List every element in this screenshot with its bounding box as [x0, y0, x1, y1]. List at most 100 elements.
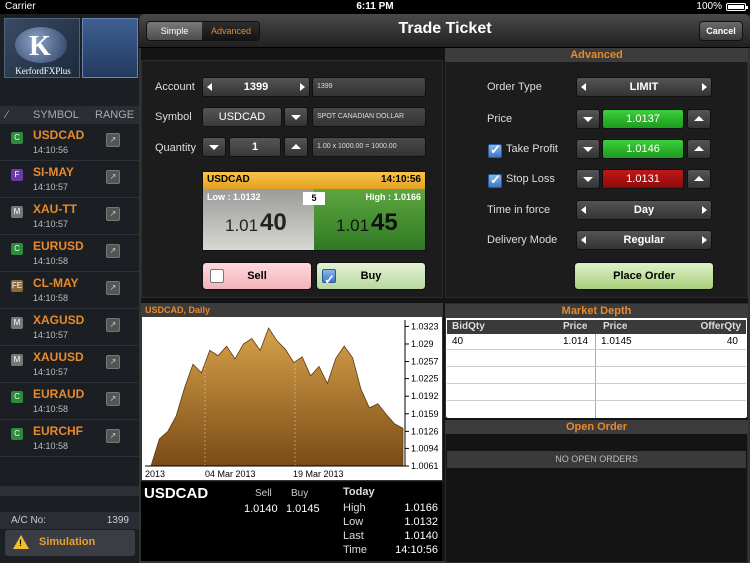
sell-button[interactable]: Sell [202, 262, 312, 290]
y-tick-label: 1.0094 [411, 443, 439, 453]
time-in-force-label: Time in force [487, 204, 551, 216]
high-label: High : 1.0166 [365, 192, 421, 202]
quantity-increment-button[interactable] [284, 137, 308, 157]
delivery-mode-selector[interactable]: Regular [576, 230, 712, 250]
buy-checkbox[interactable] [322, 267, 336, 293]
symbol-field-label: Symbol [155, 111, 192, 123]
price-chart[interactable]: 1.0323 1.029 1.0257 1.0225 1.0192 1.0159 1.012… [143, 318, 441, 480]
place-order-button[interactable]: Place Order [574, 262, 714, 290]
clock: 6:11 PM [356, 1, 394, 12]
range-column-header[interactable]: RANGE [95, 109, 134, 121]
chart-icon[interactable]: ↗ [106, 392, 120, 406]
chart-icon[interactable]: ↗ [106, 133, 120, 147]
bid-qty-cell: 40 [452, 336, 464, 347]
chart-icon[interactable]: ↗ [106, 281, 120, 295]
cancel-button[interactable]: Cancel [699, 21, 743, 41]
row-rule [447, 366, 746, 367]
list-item[interactable]: M XAGUSD 14:10:57 ↗ [0, 309, 139, 346]
price-input[interactable]: 1.0137 [602, 109, 684, 129]
list-item[interactable]: FE CL-MAY 14:10:58 ↗ [0, 272, 139, 309]
bid-price-prefix: 1.01 [225, 216, 259, 235]
offer-qty-cell: 40 [726, 336, 738, 347]
chart-title: USDCAD, Daily [141, 303, 443, 317]
stat-label: Time [343, 544, 368, 556]
y-tick-label: 1.0159 [411, 409, 439, 419]
chevron-left-icon [581, 236, 586, 244]
stop-loss-input[interactable]: 1.0131 [602, 169, 684, 189]
battery-percent: 100% [696, 1, 722, 12]
chevron-down-icon [583, 177, 593, 182]
list-item[interactable]: C EURUSD 14:10:58 ↗ [0, 235, 139, 272]
chart-icon[interactable]: ↗ [106, 429, 120, 443]
ask-price-prefix: 1.01 [336, 216, 370, 235]
table-row[interactable]: 40 1.014 1.0145 40 [447, 334, 746, 349]
bid-qty-column: BidQty [452, 321, 485, 332]
price-decrement-button[interactable] [576, 109, 600, 129]
chart-icon[interactable]: ↗ [106, 207, 120, 221]
list-item[interactable]: M XAUUSD 14:10:57 ↗ [0, 346, 139, 383]
tab-advanced[interactable]: Advanced [202, 22, 259, 40]
ask-price-column: Price [603, 321, 628, 332]
market-badge: FE [11, 280, 23, 292]
offer-qty-column: OfferQty [700, 321, 741, 332]
list-item[interactable]: M XAU-TT 14:10:57 ↗ [0, 198, 139, 235]
take-profit-decrement-button[interactable] [576, 139, 600, 159]
app-logo: K KerfordFXPlus [4, 18, 80, 78]
low-label: Low : 1.0132 [207, 192, 261, 202]
y-tick-label: 1.029 [411, 339, 434, 349]
x-tick-label: 19 Mar 2013 [293, 469, 344, 479]
watchlist-symbol: XAUUSD [33, 350, 84, 364]
list-item[interactable]: C USDCAD 14:10:56 ↗ [0, 124, 139, 161]
row-rule [447, 349, 746, 350]
stat-label: High [343, 502, 366, 514]
sort-icon[interactable]: ⁄ [6, 109, 8, 121]
account-value: 1399 [243, 81, 269, 93]
tab-simple[interactable]: Simple [147, 22, 202, 40]
chevron-up-icon [291, 144, 301, 149]
stop-loss-increment-button[interactable] [687, 169, 711, 189]
simulation-indicator[interactable]: ! Simulation [5, 530, 135, 556]
watchlist-time: 14:10:58 [33, 404, 69, 414]
list-item[interactable]: C EURAUD 14:10:58 ↗ [0, 383, 139, 420]
take-profit-increment-button[interactable] [687, 139, 711, 159]
symbol-column-header[interactable]: SYMBOL [33, 109, 79, 121]
quantity-input[interactable]: 1 [229, 137, 281, 157]
chart-icon[interactable]: ↗ [106, 318, 120, 332]
chart-icon[interactable]: ↗ [106, 355, 120, 369]
chevron-left-icon [581, 206, 586, 214]
chevron-up-icon [694, 146, 704, 151]
account-selector[interactable]: 1399 [202, 77, 310, 97]
price-increment-button[interactable] [687, 109, 711, 129]
warning-icon: ! [13, 535, 29, 549]
sell-checkbox[interactable] [210, 269, 224, 283]
bid-price-panel[interactable]: Low : 1.0132 1.01 40 [203, 189, 314, 250]
chart-icon[interactable]: ↗ [106, 170, 120, 184]
x-tick-label: 04 Mar 2013 [205, 469, 256, 479]
ask-price-panel[interactable]: High : 1.0166 1.01 45 [314, 189, 425, 250]
stop-loss-checkbox[interactable] [488, 172, 502, 188]
y-tick-label: 1.0126 [411, 426, 439, 436]
list-scroll-handle[interactable] [0, 486, 139, 496]
chart-icon[interactable]: ↗ [106, 244, 120, 258]
quantity-decrement-button[interactable] [202, 137, 226, 157]
order-type-selector[interactable]: LIMIT [576, 77, 712, 97]
delivery-mode-label: Delivery Mode [487, 234, 558, 246]
watchlist-time: 14:10:58 [33, 441, 69, 451]
sell-button-label: Sell [247, 270, 267, 282]
row-rule [447, 383, 746, 384]
y-tick-label: 1.0323 [411, 321, 439, 331]
list-item[interactable]: C EURCHF 14:10:58 ↗ [0, 420, 139, 457]
quote-time: 14:10:56 [380, 174, 421, 185]
take-profit-input[interactable]: 1.0146 [602, 139, 684, 159]
order-type-value: LIMIT [629, 81, 659, 93]
symbol-description: SPOT CANADIAN DOLLAR [312, 107, 426, 127]
buy-button[interactable]: Buy [316, 262, 426, 293]
take-profit-checkbox[interactable] [488, 142, 502, 158]
market-depth-table: 40 1.014 1.0145 40 [447, 334, 746, 418]
list-item[interactable]: F SI-MAY 14:10:57 ↗ [0, 161, 139, 198]
symbol-dropdown-button[interactable] [284, 107, 308, 127]
symbol-value[interactable]: USDCAD [202, 107, 282, 127]
time-in-force-selector[interactable]: Day [576, 200, 712, 220]
stat-label: Last [343, 530, 364, 542]
stop-loss-decrement-button[interactable] [576, 169, 600, 189]
